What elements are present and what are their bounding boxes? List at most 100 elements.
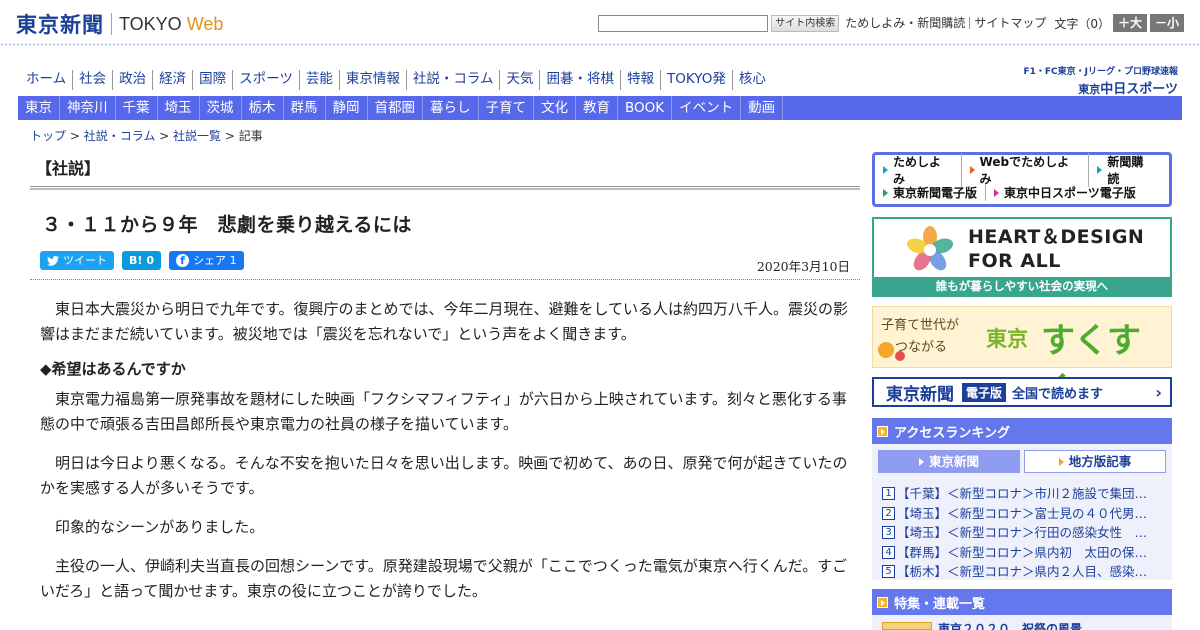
nav-item-special-report[interactable]: 特報 bbox=[619, 70, 660, 90]
promo-link-web-trial[interactable]: Webでためしよみ bbox=[960, 152, 1089, 187]
tab-local-articles[interactable]: 地方版記事 bbox=[1024, 450, 1166, 473]
main-nav: ホーム 社会 政治 経済 国際 スポーツ 芸能 東京情報 社説・コラム 天気 囲… bbox=[22, 70, 772, 90]
ranking-header: アクセスランキング bbox=[872, 418, 1172, 444]
region-item-saitama[interactable]: 埼玉 bbox=[158, 96, 200, 120]
twitter-icon bbox=[47, 255, 59, 266]
chevron-right-icon: › bbox=[1155, 382, 1162, 402]
promo-link-chunichi-digital[interactable]: 東京中日スポーツ電子版 bbox=[985, 184, 1144, 201]
digital-edition-banner[interactable]: 東京新聞 電子版 全国で読めます › bbox=[872, 377, 1172, 407]
flower-icon bbox=[895, 351, 905, 361]
ranking-item-text: 【埼玉】＜新型コロナ＞富士見の４０代男… bbox=[897, 505, 1148, 521]
tab-tokyo-shimbun[interactable]: 東京新聞 bbox=[878, 450, 1020, 473]
site-logo[interactable]: 東京新聞 TOKYO Web bbox=[16, 9, 223, 39]
region-item-tochigi[interactable]: 栃木 bbox=[242, 96, 284, 120]
font-decrease-button[interactable]: －小 bbox=[1149, 14, 1184, 32]
region-item-book[interactable]: BOOK bbox=[618, 96, 673, 120]
facebook-share-count: 1 bbox=[229, 254, 237, 267]
promo-link-label: 新聞購読 bbox=[1107, 154, 1144, 186]
ranking-item[interactable]: 3 【埼玉】＜新型コロナ＞行田の感染女性 … bbox=[878, 523, 1166, 543]
font-size-label: 文字（0） bbox=[1054, 16, 1110, 31]
header-link-sitemap[interactable]: サイトマップ bbox=[969, 17, 1050, 29]
nav-item-home[interactable]: ホーム bbox=[22, 70, 72, 90]
region-item-shizuoka[interactable]: 静岡 bbox=[326, 96, 368, 120]
arrow-icon bbox=[883, 165, 888, 174]
ranking-panel: 東京新聞 地方版記事 1 【千葉】＜新型コロナ＞市川２施設で集団… 2 【埼玉】＜新… bbox=[872, 444, 1172, 580]
rank-number: 5 bbox=[882, 565, 895, 579]
breadcrumb-editorial-list[interactable]: 社説一覧 bbox=[173, 129, 221, 143]
breadcrumb-editorial[interactable]: 社説・コラム bbox=[84, 129, 156, 143]
region-item-tokyo[interactable]: 東京 bbox=[18, 96, 60, 120]
ranking-item[interactable]: 1 【千葉】＜新型コロナ＞市川２施設で集団… bbox=[878, 484, 1166, 504]
nav-item-weather[interactable]: 天気 bbox=[499, 70, 539, 90]
region-item-video[interactable]: 動画 bbox=[741, 96, 784, 120]
promo-row: 東京新聞電子版 東京中日スポーツ電子版 bbox=[881, 181, 1163, 204]
rank-number: 3 bbox=[882, 526, 895, 540]
hatena-count: 0 bbox=[146, 254, 155, 267]
logo-web: Web bbox=[186, 13, 224, 34]
section-title: 【社説】 bbox=[36, 159, 101, 178]
breadcrumb-top[interactable]: トップ bbox=[30, 129, 66, 143]
region-item-chiba[interactable]: 千葉 bbox=[116, 96, 158, 120]
hatena-bookmark-button[interactable]: B! 0 bbox=[122, 251, 162, 270]
nav-item-entertainment[interactable]: 芸能 bbox=[298, 70, 339, 90]
search-button[interactable]: サイト内検索 bbox=[771, 14, 840, 32]
arrow-icon bbox=[918, 458, 924, 466]
breadcrumb-sep: > bbox=[66, 129, 84, 143]
region-item-gunma[interactable]: 群馬 bbox=[284, 96, 326, 120]
region-item-education[interactable]: 教育 bbox=[576, 96, 618, 120]
article-subheading: ◆希望はあるんですか bbox=[40, 360, 186, 378]
region-item-event[interactable]: イベント bbox=[672, 96, 742, 120]
region-item-living[interactable]: 暮らし bbox=[423, 96, 479, 120]
font-increase-button[interactable]: ＋大 bbox=[1112, 14, 1147, 32]
region-nav: 東京 神奈川 千葉 埼玉 茨城 栃木 群馬 静岡 首都圏 暮らし 子育て 文化 … bbox=[18, 96, 1182, 120]
chunichi-small: 東京 bbox=[1078, 83, 1101, 96]
promo-link-trial[interactable]: ためしよみ bbox=[881, 153, 961, 187]
nav-item-tokyo-info[interactable]: 東京情報 bbox=[338, 70, 406, 90]
region-item-metropolitan[interactable]: 首都圏 bbox=[368, 96, 423, 120]
search-input[interactable] bbox=[598, 14, 769, 32]
promo-link-subscribe[interactable]: 新聞購読 bbox=[1088, 152, 1163, 187]
feature-item-text[interactable]: 東京２０２０ 祝祭の風景 bbox=[938, 620, 1082, 630]
nav-item-international[interactable]: 国際 bbox=[192, 70, 232, 90]
ranking-item[interactable]: 4 【群馬】＜新型コロナ＞県内初 太田の保… bbox=[878, 543, 1166, 563]
arrow-icon bbox=[1058, 458, 1064, 466]
region-item-culture[interactable]: 文化 bbox=[534, 96, 576, 120]
tweet-button[interactable]: ツイート bbox=[40, 251, 114, 270]
tab-label: 地方版記事 bbox=[1068, 454, 1132, 469]
sukusuku-banner[interactable]: 子育て世代が つながる 東京 すくすく bbox=[872, 306, 1172, 410]
arrow-icon bbox=[883, 188, 888, 197]
ranking-list: 1 【千葉】＜新型コロナ＞市川２施設で集団… 2 【埼玉】＜新型コロナ＞富士見の４０… bbox=[878, 484, 1166, 582]
ranking-item[interactable]: 5 【栃木】＜新型コロナ＞県内２人目、感染… bbox=[878, 562, 1166, 582]
nav-item-politics[interactable]: 政治 bbox=[112, 70, 152, 90]
region-item-kanagawa[interactable]: 神奈川 bbox=[60, 96, 116, 120]
ranking-item[interactable]: 2 【埼玉】＜新型コロナ＞富士見の４０代男… bbox=[878, 504, 1166, 524]
promo-link-digital[interactable]: 東京新聞電子版 bbox=[881, 184, 985, 201]
tab-label: 東京新聞 bbox=[928, 454, 979, 469]
digital-edition-tag: 電子版 bbox=[962, 382, 1007, 402]
nav-item-go-shogi[interactable]: 囲碁・将棋 bbox=[539, 70, 620, 90]
chunichi-sports-link[interactable]: F1・FC東京・Jリーグ・プロ野球速報 東京中日スポーツ bbox=[1023, 64, 1178, 97]
nav-item-economy[interactable]: 経済 bbox=[152, 70, 192, 90]
logo-text: 東京新聞 bbox=[16, 12, 104, 37]
nav-item-editorial[interactable]: 社説・コラム bbox=[405, 70, 500, 90]
header-link-subscribe[interactable]: ためしよみ・新聞購読 bbox=[841, 17, 969, 29]
nav-item-core[interactable]: 核心 bbox=[731, 70, 772, 90]
facebook-share-button[interactable]: f シェア 1 bbox=[169, 251, 244, 270]
region-item-parenting[interactable]: 子育て bbox=[479, 96, 534, 120]
region-item-ibaraki[interactable]: 茨城 bbox=[200, 96, 242, 120]
article-divider bbox=[30, 279, 860, 280]
heart-line2: FOR ALL bbox=[968, 250, 1061, 272]
ranking-item-text: 【千葉】＜新型コロナ＞市川２施設で集団… bbox=[897, 486, 1148, 501]
feature-thumbnail[interactable] bbox=[882, 622, 932, 630]
nav-item-society[interactable]: 社会 bbox=[72, 70, 112, 90]
paragraph: 印象的なシーンがありました。 bbox=[55, 518, 265, 536]
digital-edition-text: 全国で読めます bbox=[1012, 386, 1104, 402]
nav-item-sports[interactable]: スポーツ bbox=[232, 70, 299, 90]
arrow-icon bbox=[1097, 165, 1103, 174]
nav-item-tokyo-hatsu[interactable]: TOKYO発 bbox=[659, 70, 732, 90]
heart-design-title: HEART＆DESIGN FOR ALL bbox=[968, 225, 1144, 273]
header-dotted-divider bbox=[0, 43, 1200, 46]
heart-design-banner[interactable]: HEART＆DESIGN FOR ALL 誰もが暮らしやすい社会の実現へ bbox=[872, 217, 1172, 297]
article-date: 2020年3月10日 bbox=[756, 259, 850, 274]
paragraph: 東日本大震災から明日で九年です。復興庁のまとめでは、今年二月現在、避難をしている… bbox=[40, 300, 849, 343]
